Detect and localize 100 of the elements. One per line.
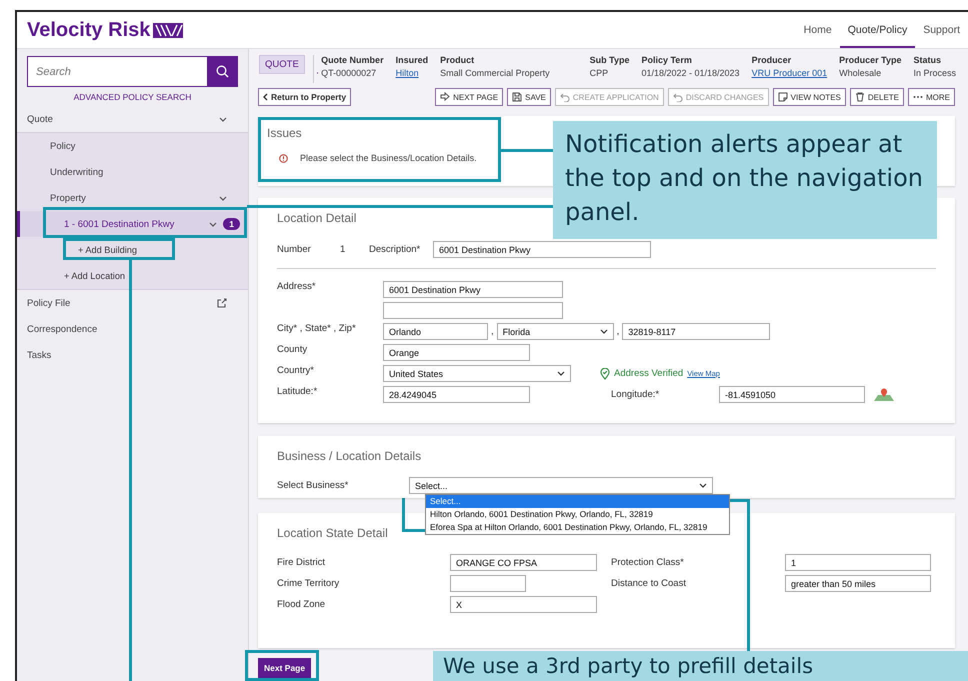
input-field[interactable]: 6001 Destination Pkwy [433,241,651,258]
caret-icon [699,483,707,488]
search-field[interactable]: Search [27,56,207,87]
chevron-left-icon [263,93,268,101]
search-button[interactable] [207,56,238,87]
search-icon [216,65,229,78]
field-label: County [277,344,308,357]
section-title: Issues [267,126,302,140]
dropdown-option[interactable]: Eforea Spa at Hilton Orlando, 6001 Destination Pkwy, Orlando, FL, 32819 [426,521,729,534]
select-dropdown[interactable]: Select... [409,477,713,494]
field-value: QT-00000027 [321,68,378,78]
separator-text: , [491,326,494,337]
issue-message: Please select the Business/Location Details. [300,153,477,163]
field-value: Wholesale [839,68,882,78]
field-label: Sub Type [590,55,630,65]
field-label: Crime Territory [277,578,340,589]
undo-icon [560,92,570,102]
logo-text: Velocity Risk [27,18,150,42]
nav-item[interactable]: 1 - 6001 Destination Pkwy 1 [17,211,248,237]
callout: Notification alerts appear at the top and on the navigation panel. [553,121,937,239]
field-label: Producer [752,55,792,65]
field-value: Small Commercial Property [440,68,550,78]
note-icon [778,92,788,102]
input-field[interactable]: X [450,596,597,613]
field-label: Flood Zone [277,599,326,610]
toolbar-button[interactable]: DELETE [850,88,904,106]
nav-item[interactable]: + Add Building [17,237,248,263]
separator-text: , [616,326,620,337]
field-label: City* , State* , Zip* [277,323,357,336]
field-label: Product [440,55,476,65]
nav-tab[interactable]: Quote/Policy [840,14,916,48]
field-label: Country* [277,365,315,378]
dropdown[interactable]: United States [383,365,571,382]
back-button[interactable]: Return to Property [258,88,352,106]
input-field[interactable]: 28.4249045 [383,386,530,403]
input-field[interactable]: 1 [785,554,931,571]
nav-item[interactable]: Policy File [17,290,248,316]
save-icon [512,92,522,102]
arrow-right-icon [440,92,450,102]
input-field[interactable]: -81.4591050 [719,386,865,403]
callout: We use a 3rd party to prefill details [433,651,968,681]
toolbar-button[interactable]: MORE [908,88,955,106]
caret-icon [600,329,608,334]
input-field[interactable] [450,575,526,592]
nav-item[interactable]: Property [17,185,248,211]
nav-tab[interactable]: Support [915,14,968,48]
field-label: Description* [369,244,422,255]
input-field[interactable]: greater than 50 miles [785,575,931,592]
advanced-search-link[interactable]: ADVANCED POLICY SEARCH [74,92,192,102]
map-pin-icon[interactable] [873,388,895,402]
field-label: Insured [396,55,428,65]
field-value: 01/18/2022 - 01/18/2023 [641,68,740,78]
input-field[interactable]: Orlando [383,323,488,340]
toolbar-button[interactable]: SAVE [507,88,551,106]
caret-icon [557,371,565,376]
field-label: Select Business* [277,480,350,491]
field-label: Longitude:* [611,389,660,400]
toolbar-button[interactable]: NEXT PAGE [435,88,504,106]
notification-badge: 1 [223,218,240,230]
input-field[interactable]: Orange [383,344,530,361]
nav-item[interactable]: Quote [17,106,248,132]
section-title: Location State Detail [277,526,388,540]
field-label: Fire District [277,557,326,568]
nav-item[interactable]: Correspondence [17,316,248,342]
undo-icon [672,92,683,102]
field-label: Producer Type [839,55,902,65]
field-label: Address* [277,281,317,294]
input-field[interactable] [383,302,563,319]
toolbar-button[interactable]: VIEW NOTES [772,88,846,106]
field-label: Quote Number [321,55,384,65]
next-page-button[interactable]: Next Page [258,658,312,678]
dropdown-option[interactable]: Hilton Orlando, 6001 Destination Pkwy, Orlando, FL, 32819 [426,508,729,521]
section-title: Location Detail [277,211,356,225]
number-value: 1 [340,244,346,255]
dropdown[interactable]: Florida [496,323,614,340]
nav-tab[interactable]: Home [796,14,840,48]
field-label: Distance to Coast [611,578,687,589]
field-label: Latitude:* [277,386,318,399]
input-field[interactable]: 6001 Destination Pkwy [383,281,563,298]
logo-icon [153,22,184,38]
field-link[interactable]: VRU Producer 001 [752,68,828,78]
quote-badge: QUOTE [259,55,305,74]
dropdown-option[interactable]: Select... [426,495,729,508]
field-label: Status [913,55,942,65]
nav-item[interactable]: Underwriting [17,159,248,185]
field-label: Protection Class* [611,557,685,568]
nav-item[interactable]: + Add Location [17,263,248,289]
nav-item[interactable]: Tasks [17,342,248,368]
field-value: CPP [590,68,610,78]
field-label: Policy Term [641,55,693,65]
input-field[interactable]: 32819-8117 [622,323,770,340]
field-link[interactable]: Hilton [396,68,428,78]
input-field[interactable]: ORANGE CO FPSA [450,554,597,571]
location-check-icon [600,368,610,380]
verified-status: Address Verified [614,368,684,379]
nav-item[interactable]: Policy [17,133,248,159]
trash-icon [854,92,865,102]
external-link-icon [217,298,227,308]
leader-line [501,149,553,152]
field-label: Number [277,244,312,255]
